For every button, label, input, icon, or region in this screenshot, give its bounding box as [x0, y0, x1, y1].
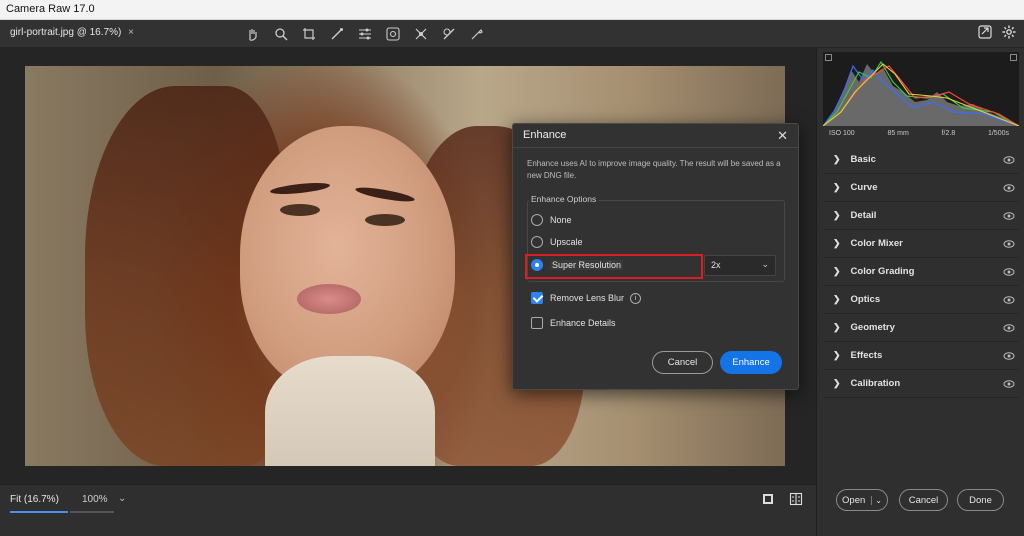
- close-tab-icon[interactable]: ×: [128, 27, 134, 38]
- dialog-cancel-button[interactable]: Cancel: [652, 351, 713, 374]
- edit-panel: ISO 100 85 mm f/2.8 1/500s ❯ Basic ❯ Curve…: [816, 48, 1024, 536]
- eye-icon[interactable]: [1003, 211, 1015, 221]
- chevron-right-icon: ❯: [833, 154, 841, 164]
- enhance-button[interactable]: Enhance: [720, 351, 782, 374]
- zoom-level[interactable]: 100%: [82, 494, 108, 505]
- close-icon[interactable]: ✕: [777, 128, 788, 144]
- checkbox-unchecked[interactable]: [531, 317, 543, 329]
- masking-icon[interactable]: [410, 23, 432, 45]
- histogram: [823, 52, 1019, 126]
- chevron-right-icon: ❯: [833, 350, 841, 360]
- document-tab[interactable]: girl-portrait.jpg @ 16.7%) ×: [10, 27, 134, 38]
- hand-icon[interactable]: [242, 23, 264, 45]
- panel-effects[interactable]: ❯ Effects: [823, 342, 1019, 370]
- dialog-description: Enhance uses AI to improve image quality…: [527, 159, 781, 180]
- zoom-dropdown-chevron-icon[interactable]: ⌄: [118, 493, 126, 504]
- zoom-icon[interactable]: [270, 23, 292, 45]
- heal-icon[interactable]: [438, 23, 460, 45]
- chevron-right-icon: ❯: [833, 322, 841, 332]
- eye-icon[interactable]: [1003, 323, 1015, 333]
- window-title: Camera Raw 17.0: [6, 3, 95, 15]
- presets-icon[interactable]: [466, 23, 488, 45]
- panel-sections: ❯ Basic ❯ Curve ❯ Detail ❯ Color Mixer ❯ Colo…: [823, 146, 1019, 398]
- panel-optics[interactable]: ❯ Optics: [823, 286, 1019, 314]
- adjust-icon[interactable]: [354, 23, 376, 45]
- redeye-icon[interactable]: [382, 23, 404, 45]
- document-tab-label: girl-portrait.jpg @ 16.7%): [10, 27, 122, 38]
- chevron-right-icon: ❯: [833, 182, 841, 192]
- document-tab-bar: girl-portrait.jpg @ 16.7%) ×: [0, 20, 1024, 48]
- dialog-title: Enhance: [523, 129, 567, 141]
- shadow-clipping-icon[interactable]: [825, 54, 832, 61]
- panel-calibration[interactable]: ❯ Calibration: [823, 370, 1019, 398]
- open-button[interactable]: Open ⌄: [836, 489, 888, 511]
- open-options-chevron-icon[interactable]: ⌄: [871, 495, 882, 505]
- eye-icon[interactable]: [1003, 267, 1015, 277]
- checkbox-checked[interactable]: [531, 292, 543, 304]
- option-upscale[interactable]: Upscale: [531, 236, 583, 248]
- settings-icon[interactable]: [1002, 25, 1018, 41]
- enhance-dialog: Enhance ✕ Enhance uses AI to improve ima…: [512, 123, 799, 390]
- zoom-underline: [70, 511, 114, 513]
- scale-select[interactable]: 2x ⌄: [704, 255, 776, 276]
- eye-icon[interactable]: [1003, 183, 1015, 193]
- eye-icon[interactable]: [1003, 351, 1015, 361]
- tool-strip: [242, 23, 488, 45]
- exif-info: ISO 100 85 mm f/2.8 1/500s: [829, 130, 1009, 137]
- enhance-details-checkbox[interactable]: Enhance Details: [531, 317, 616, 329]
- panel-geometry[interactable]: ❯ Geometry: [823, 314, 1019, 342]
- chevron-right-icon: ❯: [833, 294, 841, 304]
- radio-button-selected[interactable]: [531, 259, 543, 271]
- highlight-clipping-icon[interactable]: [1010, 54, 1017, 61]
- chevron-down-icon: ⌄: [761, 259, 769, 269]
- active-tab-indicator: [10, 511, 68, 513]
- chevron-right-icon: ❯: [833, 266, 841, 276]
- dialog-header: Enhance ✕: [513, 124, 798, 148]
- bottom-bar: Fit (16.7%) 100% ⌄: [0, 484, 816, 536]
- radio-button[interactable]: [531, 236, 543, 248]
- panel-curve[interactable]: ❯ Curve: [823, 174, 1019, 202]
- panel-basic[interactable]: ❯ Basic: [823, 146, 1019, 174]
- filmstrip-icon[interactable]: [761, 492, 775, 506]
- remove-lens-blur-checkbox[interactable]: Remove Lens Blur i: [531, 292, 642, 304]
- panel-detail[interactable]: ❯ Detail: [823, 202, 1019, 230]
- panel-color-grading[interactable]: ❯ Color Grading: [823, 258, 1019, 286]
- option-super-resolution[interactable]: Super Resolution: [531, 259, 624, 271]
- shutter-speed: 1/500s: [987, 130, 1009, 137]
- brush-icon[interactable]: [326, 23, 348, 45]
- option-none[interactable]: None: [531, 214, 572, 226]
- panel-color-mixer[interactable]: ❯ Color Mixer: [823, 230, 1019, 258]
- radio-button[interactable]: [531, 214, 543, 226]
- eye-icon[interactable]: [1003, 379, 1015, 389]
- iso-value: ISO 100: [829, 130, 855, 137]
- fit-zoom-tab[interactable]: Fit (16.7%): [10, 494, 59, 505]
- enhance-options-legend: Enhance Options: [529, 194, 599, 204]
- eye-icon[interactable]: [1003, 239, 1015, 249]
- focal-length: 85 mm: [887, 130, 909, 137]
- cancel-button[interactable]: Cancel: [899, 489, 948, 511]
- chevron-right-icon: ❯: [833, 378, 841, 388]
- eye-icon[interactable]: [1003, 155, 1015, 165]
- aperture-value: f/2.8: [941, 130, 956, 137]
- info-icon[interactable]: i: [630, 292, 642, 304]
- window-title-bar: Camera Raw 17.0: [0, 0, 1024, 20]
- crop-icon[interactable]: [298, 23, 320, 45]
- chevron-right-icon: ❯: [833, 238, 841, 248]
- chevron-right-icon: ❯: [833, 210, 841, 220]
- done-button[interactable]: Done: [957, 489, 1004, 511]
- compare-icon[interactable]: [789, 492, 803, 506]
- open-object-icon[interactable]: [978, 25, 994, 41]
- eye-icon[interactable]: [1003, 295, 1015, 305]
